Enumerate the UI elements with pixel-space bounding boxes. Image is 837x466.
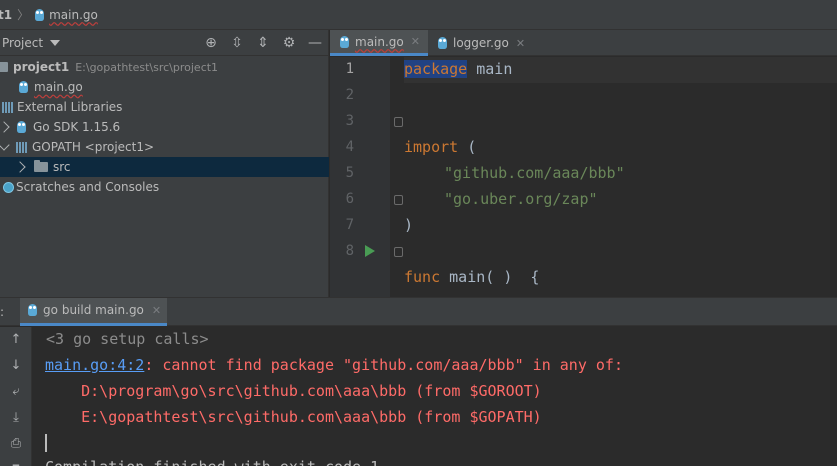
tree-item-scratches[interactable]: Scratches and Consoles bbox=[0, 177, 329, 197]
code-line-1[interactable]: package main bbox=[404, 60, 512, 78]
tree-item-label: main.go bbox=[34, 80, 83, 94]
fold-marker-icon[interactable] bbox=[394, 195, 403, 205]
expand-all-icon[interactable]: ⇳ bbox=[224, 30, 250, 56]
library-icon bbox=[2, 101, 14, 113]
breadcrumb-file[interactable]: main.go bbox=[49, 8, 98, 22]
chevron-right-icon[interactable] bbox=[14, 161, 26, 173]
tree-item-label: External Libraries bbox=[17, 100, 123, 114]
line-number: 1 bbox=[345, 61, 354, 77]
code-line-5[interactable]: "go.uber.org/zap" bbox=[444, 190, 598, 208]
console-line-error: main.go:4:2: cannot find package "github… bbox=[45, 356, 623, 374]
scroll-to-end-icon[interactable]: ⤓ bbox=[0, 405, 32, 429]
code-line-6[interactable]: ) bbox=[404, 216, 413, 234]
go-sdk-icon bbox=[17, 121, 26, 133]
hide-panel-icon[interactable]: — bbox=[302, 30, 328, 56]
console-output[interactable]: <3 go setup calls> main.go:4:2: cannot f… bbox=[45, 327, 837, 466]
line-number: 5 bbox=[345, 165, 354, 181]
tab-logger-go[interactable]: logger.go ✕ bbox=[428, 30, 533, 56]
run-gutter-icon[interactable] bbox=[365, 245, 375, 257]
tree-item-label: Scratches and Consoles bbox=[16, 180, 160, 194]
tree-item-project1[interactable]: project1 E:\gopathtest\src\project1 bbox=[0, 57, 329, 77]
tree-item-path: E:\gopathtest\src\project1 bbox=[75, 60, 219, 74]
project-panel-header: Project ⊕ ⇳ ⇕ ⚙ — bbox=[0, 30, 328, 56]
tree-item-label: GOPATH <project1> bbox=[32, 140, 155, 154]
line-number: 6 bbox=[345, 191, 354, 207]
go-build-icon bbox=[28, 304, 38, 316]
breadcrumb-separator: 〉 bbox=[17, 8, 30, 22]
folder-icon bbox=[34, 160, 48, 172]
breadcrumb: t1 〉 main.go bbox=[0, 0, 837, 30]
fold-marker-icon[interactable] bbox=[394, 117, 403, 127]
tree-item-gopath[interactable]: GOPATH <project1> bbox=[0, 137, 329, 157]
trash-icon[interactable]: ▪ bbox=[0, 455, 32, 466]
tree-item-main-go[interactable]: main.go bbox=[0, 77, 329, 97]
locate-file-icon[interactable]: ⊕ bbox=[198, 30, 224, 56]
go-file-icon bbox=[340, 35, 349, 48]
tree-item-go-sdk[interactable]: Go SDK 1.15.6 bbox=[0, 117, 329, 137]
go-file-icon bbox=[19, 81, 28, 93]
close-icon[interactable]: ✕ bbox=[152, 304, 161, 317]
run-panel-title: : bbox=[0, 304, 5, 319]
project-toolbar: ⊕ ⇳ ⇕ ⚙ — bbox=[198, 30, 328, 56]
run-tool-window: : go build main.go ✕ ↑ ↓ ⤶ ⤓ ⎙ ▪ <3 go s… bbox=[0, 297, 837, 466]
line-number: 4 bbox=[345, 139, 354, 155]
console-line-finished: Compilation finished with exit code 1 bbox=[45, 458, 379, 466]
run-panel-header: : go build main.go ✕ bbox=[0, 297, 837, 326]
breadcrumb-project[interactable]: t1 bbox=[0, 8, 12, 22]
editor-tabs: main.go ✕ logger.go ✕ bbox=[330, 30, 837, 56]
line-number: 7 bbox=[345, 217, 354, 233]
chevron-down-icon[interactable] bbox=[50, 39, 61, 46]
go-file-icon bbox=[35, 8, 45, 21]
code-area[interactable]: package main import ( "github.com/aaa/bb… bbox=[404, 57, 837, 297]
print-icon[interactable]: ⎙ bbox=[0, 431, 32, 455]
arrow-down-icon[interactable]: ↓ bbox=[0, 353, 32, 377]
tree-item-src[interactable]: src bbox=[0, 157, 329, 177]
library-icon bbox=[16, 141, 28, 153]
code-line-8[interactable]: func main( ) { bbox=[404, 268, 539, 286]
folder-icon bbox=[0, 62, 8, 72]
run-tab-label: go build main.go bbox=[43, 303, 144, 317]
tree-item-external-libraries[interactable]: External Libraries bbox=[0, 97, 329, 117]
project-panel: Project ⊕ ⇳ ⇕ ⚙ — project1 E:\gopathtest… bbox=[0, 30, 329, 297]
code-line-3[interactable]: import ( bbox=[404, 138, 476, 156]
console-line-setup[interactable]: <3 go setup calls> bbox=[45, 330, 209, 348]
chevron-down-icon[interactable] bbox=[0, 139, 10, 151]
line-number: 8 bbox=[345, 243, 354, 259]
scratches-icon bbox=[3, 181, 14, 193]
soft-wrap-icon[interactable]: ⤶ bbox=[0, 379, 32, 403]
code-editor: main.go ✕ logger.go ✕ 1 2 3 4 5 6 7 8 pa… bbox=[330, 30, 837, 297]
text-cursor bbox=[45, 434, 47, 452]
tree-item-label: project1 bbox=[13, 60, 70, 74]
settings-gear-icon[interactable]: ⚙ bbox=[276, 30, 302, 56]
line-number-gutter: 1 2 3 4 5 6 7 8 bbox=[330, 57, 403, 297]
chevron-right-icon[interactable] bbox=[0, 121, 10, 133]
go-file-icon bbox=[437, 37, 447, 49]
close-icon[interactable]: ✕ bbox=[411, 35, 420, 48]
close-icon[interactable]: ✕ bbox=[516, 37, 525, 50]
tree-item-label: Go SDK 1.15.6 bbox=[33, 120, 121, 134]
error-location-link[interactable]: main.go:4:2 bbox=[45, 356, 144, 374]
arrow-up-icon[interactable]: ↑ bbox=[0, 327, 32, 351]
console-line-gopath: E:\gopathtest\src\github.com\aaa\bbb (fr… bbox=[45, 408, 542, 426]
tab-label: logger.go bbox=[452, 36, 509, 50]
run-tab-go-build[interactable]: go build main.go ✕ bbox=[20, 297, 168, 326]
run-toolbar: ↑ ↓ ⤶ ⤓ ⎙ ▪ bbox=[0, 327, 32, 466]
project-view-selector[interactable]: Project bbox=[2, 36, 43, 50]
tab-label: main.go bbox=[355, 34, 404, 49]
line-number: 3 bbox=[345, 113, 354, 129]
console-line-goroot: D:\program\go\src\github.com\aaa\bbb (fr… bbox=[45, 382, 542, 400]
fold-marker-icon[interactable] bbox=[394, 247, 403, 257]
line-number: 2 bbox=[345, 87, 354, 103]
tab-main-go[interactable]: main.go ✕ bbox=[330, 30, 428, 56]
tree-item-label: src bbox=[53, 160, 71, 174]
collapse-all-icon[interactable]: ⇕ bbox=[250, 30, 276, 56]
code-line-4[interactable]: "github.com/aaa/bbb" bbox=[444, 164, 625, 182]
